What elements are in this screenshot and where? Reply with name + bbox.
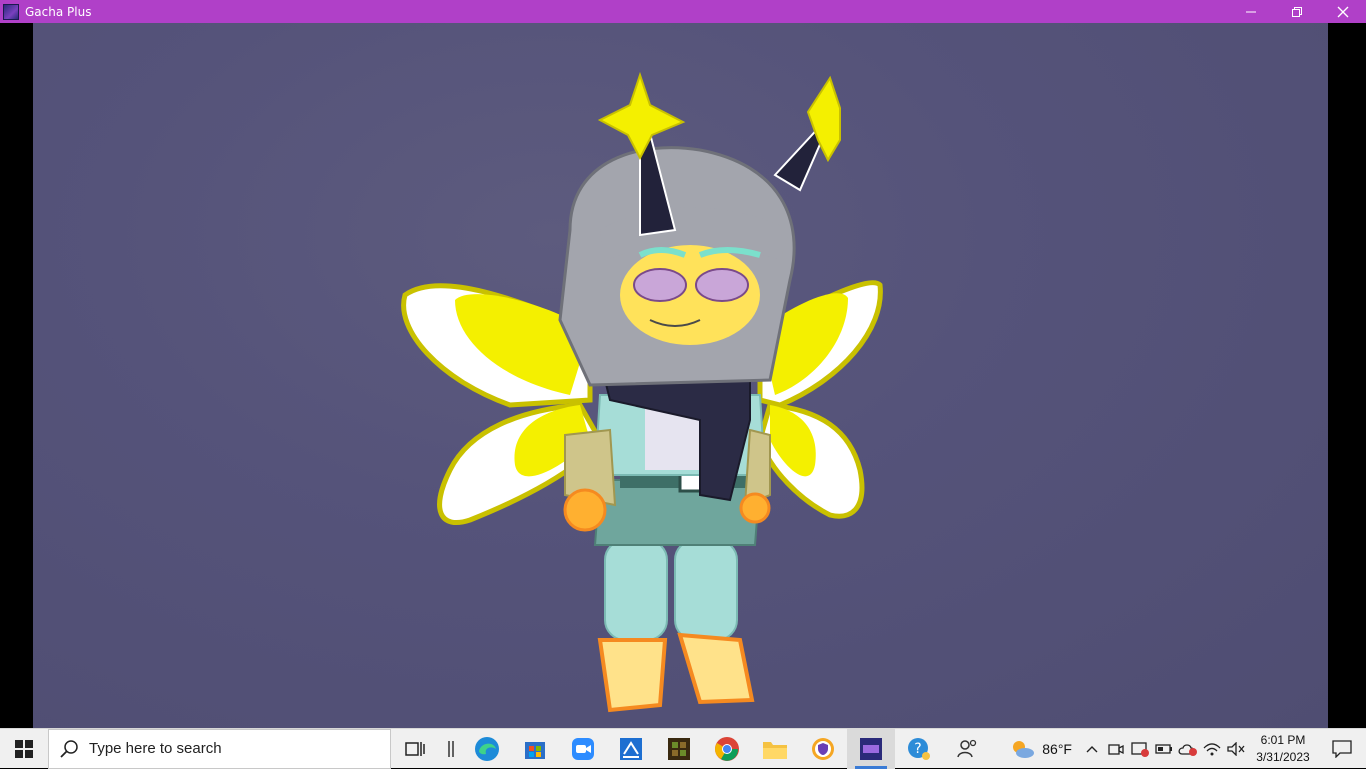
clock-date: 3/31/2023 bbox=[1256, 749, 1310, 764]
taskbar: Type here to search ? 86°F 6:01 PM 3/31/… bbox=[0, 728, 1366, 769]
chevron-up-icon bbox=[1086, 745, 1098, 752]
volume-muted-icon bbox=[1227, 741, 1245, 756]
clock-time: 6:01 PM bbox=[1260, 732, 1306, 747]
partly-sunny-icon bbox=[1013, 740, 1035, 758]
notification-center-button[interactable] bbox=[1318, 729, 1366, 769]
file-explorer-button[interactable] bbox=[751, 729, 799, 769]
gacha-plus-icon bbox=[860, 737, 882, 760]
volume-button[interactable] bbox=[1224, 729, 1248, 769]
minecraft-icon bbox=[668, 737, 690, 760]
edge-button[interactable] bbox=[463, 729, 511, 769]
meet-now-button[interactable] bbox=[1104, 729, 1128, 769]
minecraft-button[interactable] bbox=[655, 729, 703, 769]
windows-icon bbox=[15, 739, 33, 758]
people-button[interactable] bbox=[943, 729, 991, 769]
gacha-plus-app-icon bbox=[3, 3, 19, 20]
edge-icon bbox=[475, 736, 499, 761]
search-box[interactable]: Type here to search bbox=[48, 728, 391, 769]
minimize-button[interactable] bbox=[1228, 0, 1274, 23]
pen-app-icon bbox=[620, 737, 642, 760]
help-button[interactable]: ? bbox=[895, 729, 943, 769]
minimize-icon bbox=[1246, 11, 1256, 12]
character-illustration bbox=[401, 71, 883, 713]
zoom-icon bbox=[572, 737, 594, 760]
restore-icon bbox=[1292, 6, 1302, 17]
start-button[interactable] bbox=[0, 729, 48, 769]
game-stage[interactable] bbox=[0, 23, 1366, 728]
clock[interactable]: 6:01 PM 3/31/2023 bbox=[1248, 732, 1318, 766]
store-icon bbox=[525, 741, 545, 759]
system-tray: 86°F 6:01 PM 3/31/2023 bbox=[1002, 729, 1366, 769]
weather-temperature: 86°F bbox=[1042, 740, 1072, 757]
onedrive-button[interactable] bbox=[1176, 729, 1200, 769]
window-title: Gacha Plus bbox=[25, 4, 92, 19]
chrome-icon bbox=[715, 736, 739, 761]
shield-app-button[interactable] bbox=[799, 729, 847, 769]
task-view-button[interactable] bbox=[391, 729, 439, 769]
title-bar: Gacha Plus bbox=[0, 0, 1366, 23]
close-button[interactable] bbox=[1320, 0, 1366, 23]
weather-widget[interactable]: 86°F bbox=[1002, 738, 1080, 760]
network-button[interactable] bbox=[1200, 729, 1224, 769]
taskbar-divider-button[interactable] bbox=[439, 729, 463, 769]
battery-button[interactable] bbox=[1152, 729, 1176, 769]
folder-icon bbox=[763, 741, 787, 759]
security-tray-button[interactable] bbox=[1128, 729, 1152, 769]
close-icon bbox=[1337, 6, 1349, 17]
bar-icon bbox=[448, 740, 454, 757]
shield-app-icon bbox=[812, 737, 834, 760]
restore-button[interactable] bbox=[1274, 0, 1320, 23]
notification-icon bbox=[1332, 739, 1352, 758]
pen-app-button[interactable] bbox=[607, 729, 655, 769]
store-button[interactable] bbox=[511, 729, 559, 769]
help-icon: ? bbox=[908, 737, 930, 760]
character-canvas[interactable] bbox=[33, 23, 1328, 728]
task-view-icon bbox=[405, 741, 425, 756]
search-icon bbox=[49, 739, 89, 758]
security-alert-icon bbox=[1131, 741, 1149, 757]
search-placeholder: Type here to search bbox=[89, 740, 222, 757]
people-icon bbox=[957, 739, 977, 757]
window-controls bbox=[1228, 0, 1366, 23]
svg-text:?: ? bbox=[914, 741, 921, 757]
battery-icon bbox=[1155, 743, 1172, 754]
show-hidden-icons-button[interactable] bbox=[1080, 729, 1104, 769]
cloud-error-icon bbox=[1178, 743, 1197, 756]
wifi-icon bbox=[1203, 742, 1221, 755]
gacha-plus-taskbar-button[interactable] bbox=[847, 728, 895, 769]
zoom-button[interactable] bbox=[559, 729, 607, 769]
camera-icon bbox=[1108, 743, 1124, 755]
chrome-button[interactable] bbox=[703, 729, 751, 769]
